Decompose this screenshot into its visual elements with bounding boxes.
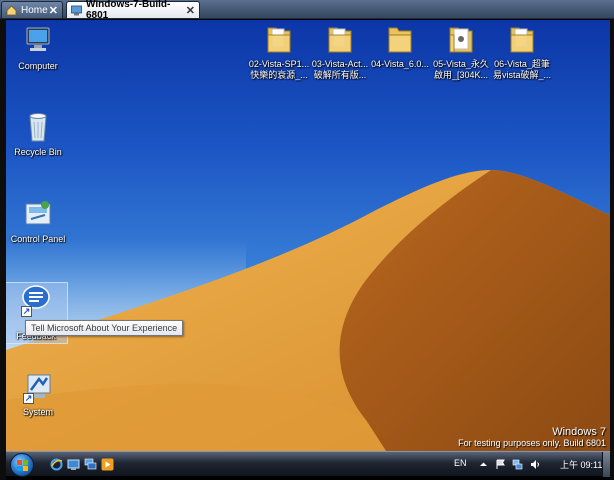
control-panel-icon (21, 197, 55, 231)
folder-icon (444, 22, 478, 56)
desktop-folder-1-label-line2: 快樂的衰源_... (250, 70, 308, 80)
feedback-icon: ↗ (19, 283, 53, 317)
switch-windows-icon[interactable] (84, 458, 97, 471)
desktop-folder-4-label-line1: 05-Vista_永久 (433, 59, 489, 69)
desktop-folder-2-label-line1: 03-Vista-Act... (311, 59, 369, 69)
desktop-folder-1-label-line1: 02-Vista-SP1... (248, 59, 310, 69)
desktop-icon-control-panel-label: Control Panel (10, 234, 66, 244)
show-desktop-ql-icon[interactable] (67, 458, 80, 471)
folder-icon (323, 22, 357, 56)
shortcut-arrow-icon: ↗ (21, 306, 32, 317)
network-icon[interactable] (512, 459, 523, 470)
desktop-icon-system-label: System (22, 407, 53, 417)
flag-icon[interactable] (495, 459, 506, 470)
tab-windows-7-close-icon[interactable]: ✕ (186, 4, 195, 17)
vm-icon (71, 5, 82, 15)
desktop-folder-4-label-line2: 啟用_[304K... (433, 70, 489, 80)
system-icon: ↗ (21, 370, 55, 404)
desktop-folder-5[interactable]: 06-Vista_超筆 易vista破解_... (490, 22, 554, 81)
watermark-title: Windows 7 (552, 426, 606, 438)
desktop-folder-2-label-line2: 破解所有版... (313, 70, 367, 80)
recycle-bin-icon (21, 110, 55, 144)
desktop-folder-3-label-line1: 04-Vista_6.0... (371, 59, 429, 69)
media-player-icon[interactable] (101, 458, 114, 471)
tab-home-label: Home (21, 4, 48, 16)
desktop[interactable]: Computer Recycle Bin Control Panel ↗ Fee… (6, 20, 610, 451)
volume-icon[interactable] (530, 459, 541, 470)
watermark-build: For testing purposes only. Build 6801 (458, 438, 606, 448)
tab-windows-7[interactable]: Windows-7-Build-6801 ✕ (66, 0, 200, 21)
feedback-tooltip: Tell Microsoft About Your Experience (25, 320, 184, 336)
folder-icon (505, 22, 539, 56)
tab-home-close-icon[interactable]: ✕ (49, 4, 58, 17)
desktop-folder-5-label-line2: 易vista破解_... (492, 70, 551, 80)
show-desktop-button[interactable] (602, 452, 610, 477)
system-clock[interactable]: 上午 09:11 (560, 458, 602, 471)
desktop-icon-control-panel[interactable]: Control Panel (6, 197, 70, 245)
taskbar: EN 上午 09:11 (6, 451, 610, 477)
desktop-folder-5-label-line1: 06-Vista_超筆 (494, 59, 550, 69)
folder-icon (262, 22, 296, 56)
desktop-folder-3[interactable]: 04-Vista_6.0... (368, 22, 432, 70)
tab-home[interactable]: Home ✕ (1, 1, 63, 18)
desktop-icon-system[interactable]: ↗ System (6, 370, 70, 418)
desktop-icon-computer-label: Computer (18, 61, 58, 71)
tray-chevron-icon[interactable] (478, 459, 489, 470)
windows-flag-icon (17, 460, 28, 471)
desktop-icon-computer[interactable]: Computer (6, 24, 70, 72)
computer-icon (21, 24, 55, 58)
start-button[interactable] (10, 453, 34, 477)
desktop-icon-recycle-bin-label: Recycle Bin (14, 147, 62, 157)
language-indicator[interactable]: EN (454, 458, 467, 468)
vm-frame-right (610, 19, 614, 480)
ie-icon[interactable] (50, 458, 63, 471)
desktop-icon-recycle-bin[interactable]: Recycle Bin (6, 110, 70, 158)
home-icon (6, 4, 17, 15)
shortcut-arrow-icon: ↗ (23, 393, 34, 404)
folder-icon (383, 22, 417, 56)
desktop-folder-2[interactable]: 03-Vista-Act... 破解所有版... (308, 22, 372, 81)
tab-windows-7-label: Windows-7-Build-6801 (86, 0, 171, 21)
desktop-folder-1[interactable]: 02-Vista-SP1... 快樂的衰源_... (247, 22, 311, 81)
vm-tab-bar: Home ✕ Windows-7-Build-6801 ✕ (0, 0, 614, 21)
desktop-wallpaper (6, 170, 610, 451)
desktop-folder-4[interactable]: 05-Vista_永久 啟用_[304K... (429, 22, 493, 81)
